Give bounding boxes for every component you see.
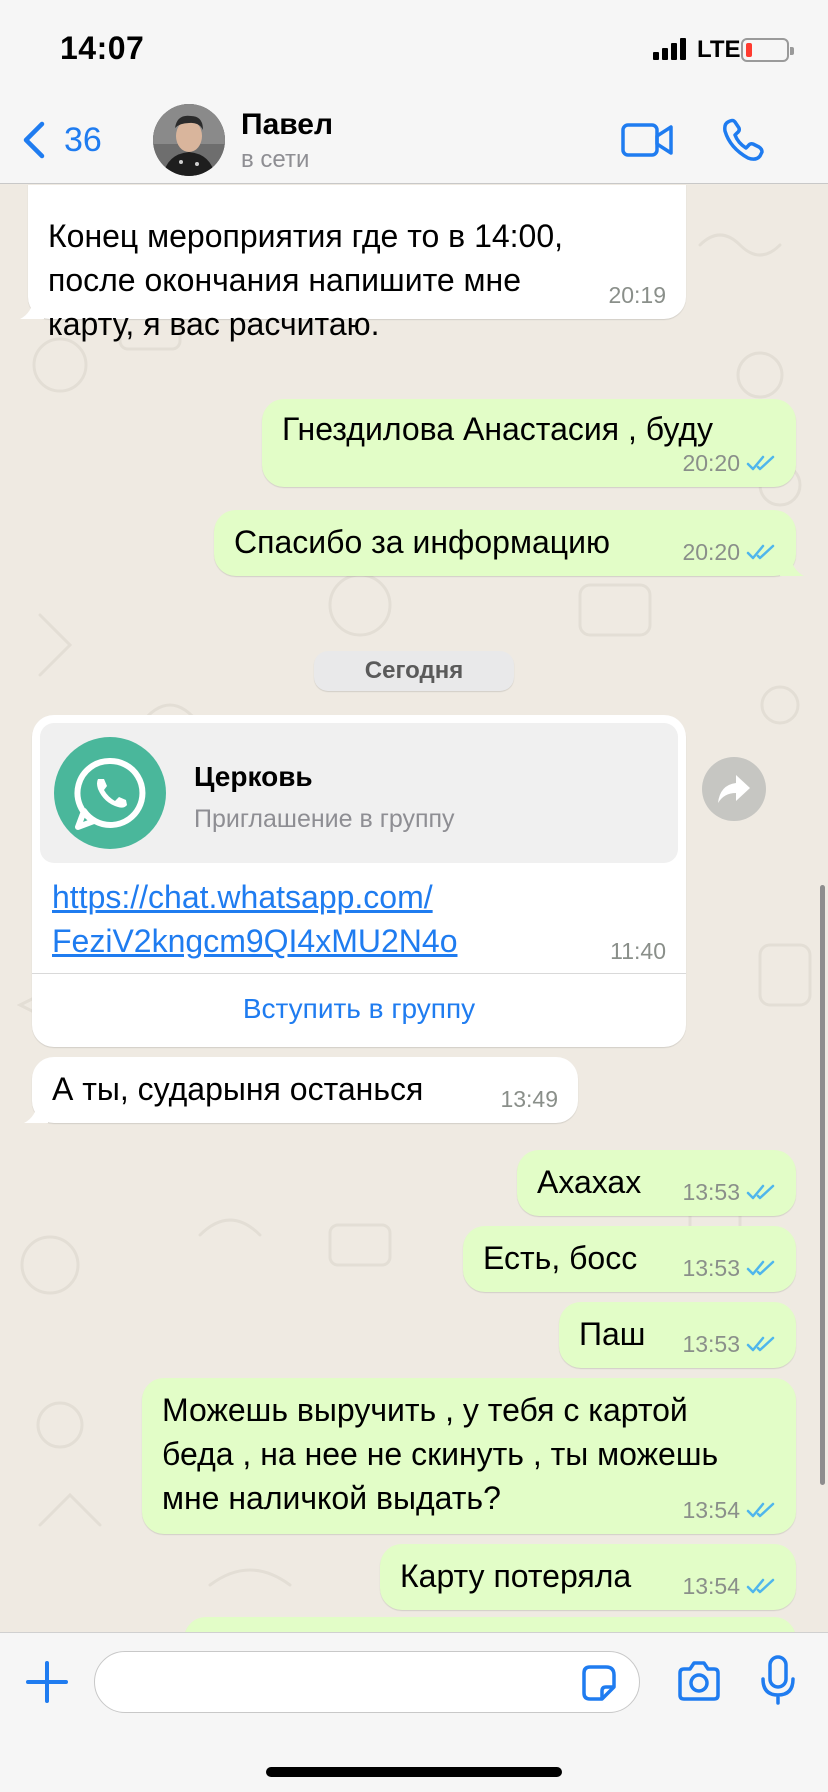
contact-name[interactable]: Павел [241, 108, 333, 142]
back-chevron-icon [23, 121, 45, 159]
message-outgoing[interactable]: Ахахах 13:53 [517, 1150, 796, 1216]
message-text: А ты, сударыня останься [52, 1071, 424, 1107]
message-line: беда , на нее не скинуть , ты можешь [162, 1436, 719, 1472]
message-line: карту, я вас расчитаю. [48, 306, 380, 342]
message-time: 13:54 [682, 1573, 740, 1599]
camera-icon[interactable] [676, 1659, 722, 1703]
message-time: 20:20 [682, 539, 740, 565]
read-ticks-icon [746, 1502, 775, 1518]
read-ticks-icon [746, 1260, 775, 1276]
read-ticks-icon [746, 1184, 775, 1200]
message-time: 20:19 [608, 282, 666, 308]
message-outgoing[interactable]: Можешь выручить , у тебя с картой беда ,… [142, 1378, 796, 1534]
message-outgoing-partial[interactable] [184, 1617, 796, 1632]
message-text: Ахахах [537, 1164, 642, 1200]
bubble-tail [20, 297, 44, 319]
phone-call-icon[interactable] [718, 116, 774, 164]
network-type: LTE [697, 36, 741, 63]
group-invite-message[interactable]: Церковь Приглашение в группу https://cha… [32, 715, 686, 1047]
message-line: мне наличкой выдать? [162, 1480, 501, 1516]
plus-icon[interactable] [24, 1659, 70, 1705]
read-ticks-icon [746, 1336, 775, 1352]
message-input[interactable] [94, 1651, 640, 1713]
forward-icon [718, 775, 750, 803]
message-time: 13:53 [682, 1179, 740, 1205]
scrollbar[interactable] [820, 885, 825, 1485]
unread-count: 36 [64, 120, 102, 159]
back-button[interactable]: 36 [20, 116, 102, 164]
sticker-icon[interactable] [578, 1663, 618, 1703]
message-line: Можешь выручить , у тебя с картой [162, 1392, 688, 1428]
message-time: 11:40 [610, 938, 666, 964]
message-incoming[interactable]: А ты, сударыня останься 13:49 [24, 1057, 578, 1123]
message-time: 13:49 [500, 1086, 558, 1112]
invite-link[interactable]: https://chat.whatsapp.com/ [52, 875, 433, 919]
message-line: Конец мероприятия где то в 14:00, [48, 218, 564, 254]
invite-link[interactable]: FeziV2kngcm9QI4xMU2N4o [52, 919, 457, 963]
message-meta: 13:54 [682, 1496, 778, 1524]
message-meta: 13:53 [682, 1178, 778, 1206]
message-meta: 20:20 [682, 538, 778, 566]
microphone-icon[interactable] [760, 1655, 796, 1705]
message-meta: 20:19 [608, 281, 666, 309]
message-meta: 11:40 [610, 937, 666, 965]
group-invite-card[interactable]: Церковь Приглашение в группу [40, 723, 678, 863]
message-outgoing[interactable]: Паш 13:53 [559, 1302, 796, 1368]
message-text: Спасибо за информацию [234, 524, 610, 560]
message-meta: 13:53 [682, 1330, 778, 1358]
message-time: 13:53 [682, 1255, 740, 1281]
contact-status: в сети [241, 146, 310, 173]
message-text: Есть, босс [483, 1240, 638, 1276]
home-indicator [266, 1767, 562, 1777]
avatar[interactable] [153, 104, 225, 176]
message-outgoing[interactable]: Карту потеряла 13:54 [380, 1544, 796, 1610]
message-meta: 13:49 [500, 1085, 558, 1113]
join-group-button[interactable]: Вступить в группу [32, 973, 686, 1045]
message-text: Гнездилова Анастасия , буду [282, 411, 713, 447]
message-text: Паш [579, 1316, 646, 1352]
message-time: 13:54 [682, 1497, 740, 1523]
chat-area[interactable]: Конец мероприятия где то в 14:00, после … [0, 185, 828, 1632]
message-outgoing[interactable]: Спасибо за информацию 20:20 [214, 510, 804, 576]
message-outgoing[interactable]: Гнездилова Анастасия , буду 20:20 [262, 399, 796, 487]
message-outgoing[interactable]: Есть, босс 13:53 [463, 1226, 796, 1292]
bubble-tail [780, 554, 804, 576]
invite-subtitle: Приглашение в группу [194, 805, 455, 833]
read-ticks-icon [746, 455, 775, 471]
group-name: Церковь [194, 761, 313, 792]
signal-strength-icon [653, 38, 689, 60]
message-line: после окончания напишите мне [48, 262, 522, 298]
read-ticks-icon [746, 1578, 775, 1594]
bubble-tail [24, 1101, 48, 1123]
date-separator: Сегодня [314, 651, 514, 691]
video-call-icon[interactable] [620, 116, 676, 164]
message-meta: 13:53 [682, 1254, 778, 1282]
chat-header: 36 Павел в сети [0, 96, 828, 184]
message-text: Карту потеряла [400, 1558, 632, 1594]
message-time: 13:53 [682, 1331, 740, 1357]
message-meta: 20:20 [682, 449, 778, 477]
read-ticks-icon [746, 544, 775, 560]
forward-button[interactable] [702, 757, 766, 821]
whatsapp-logo-icon [54, 737, 166, 849]
message-input-bar [0, 1632, 828, 1792]
status-time: 14:07 [60, 30, 145, 66]
message-time: 20:20 [682, 450, 740, 476]
status-bar: 14:07 LTE [0, 0, 828, 96]
message-meta: 13:54 [682, 1572, 778, 1600]
battery-icon [741, 38, 794, 62]
message-incoming[interactable]: Конец мероприятия где то в 14:00, после … [20, 185, 686, 342]
